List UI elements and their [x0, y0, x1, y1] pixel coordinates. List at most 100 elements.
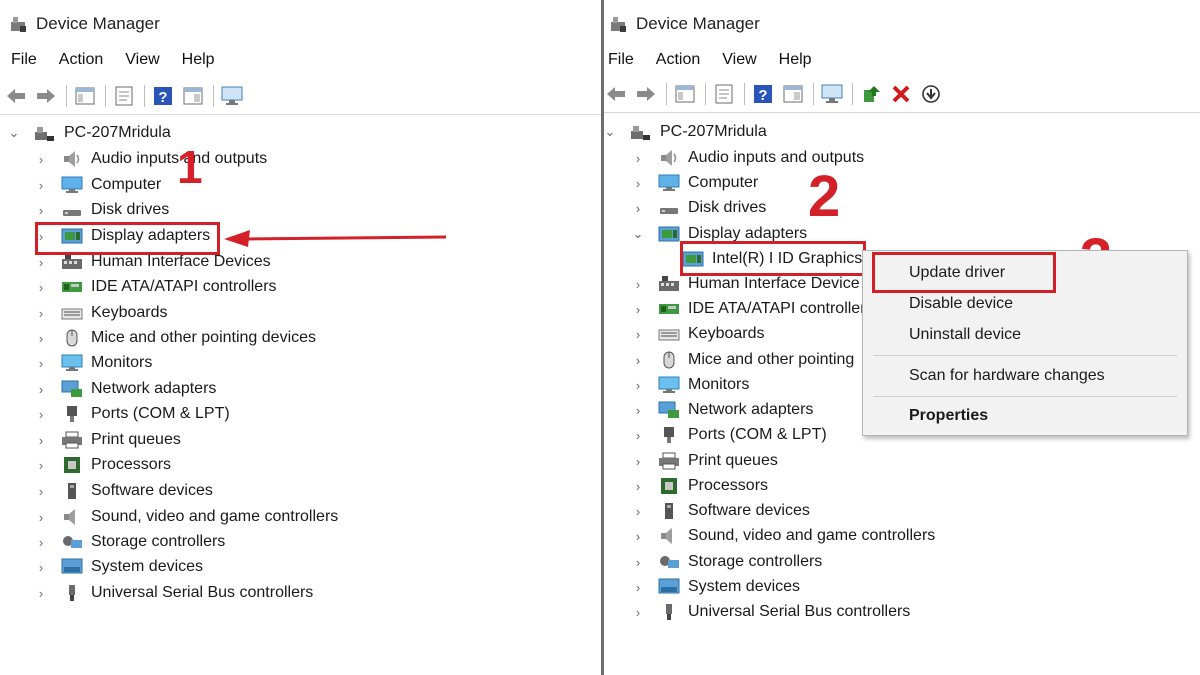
- tree-item[interactable]: › Keyboards: [632, 323, 765, 345]
- menu-item-properties[interactable]: Properties: [909, 407, 988, 425]
- menu-item-scan-hardware[interactable]: Scan for hardware changes: [909, 367, 1105, 385]
- tree-item[interactable]: › System devices: [35, 556, 203, 578]
- help-icon[interactable]: ?: [751, 82, 775, 106]
- expand-chevron-icon[interactable]: ›: [632, 403, 644, 418]
- tree-root[interactable]: ⌄ PC-207Mridula: [8, 122, 171, 144]
- tree-item[interactable]: › Computer: [35, 174, 161, 196]
- tree-item[interactable]: › Mice and other pointing devices: [35, 327, 316, 349]
- tree-item[interactable]: › Computer: [632, 172, 758, 194]
- expand-chevron-icon[interactable]: ›: [35, 382, 47, 397]
- show-hide-tree-icon[interactable]: [73, 84, 97, 108]
- tree-item[interactable]: › Universal Serial Bus controllers: [632, 601, 910, 623]
- forward-arrow-icon[interactable]: [634, 82, 658, 106]
- tree-item[interactable]: › Disk drives: [632, 197, 766, 219]
- expand-chevron-icon[interactable]: ›: [35, 255, 47, 270]
- menu-item-disable-device[interactable]: Disable device: [909, 295, 1013, 313]
- back-arrow-icon[interactable]: [604, 82, 628, 106]
- tree-item[interactable]: › Processors: [632, 475, 768, 497]
- expand-chevron-icon[interactable]: ›: [632, 504, 644, 519]
- scan-hardware-icon[interactable]: [220, 84, 244, 108]
- collapse-chevron-icon[interactable]: ⌄: [604, 124, 616, 139]
- expand-chevron-icon[interactable]: ›: [632, 479, 644, 494]
- tree-item[interactable]: › Software devices: [632, 500, 810, 522]
- collapse-chevron-icon[interactable]: ⌄: [632, 226, 644, 241]
- expand-chevron-icon[interactable]: ›: [35, 458, 47, 473]
- forward-arrow-icon[interactable]: [34, 84, 58, 108]
- menu-view[interactable]: View: [722, 51, 756, 69]
- expand-chevron-icon[interactable]: ›: [35, 535, 47, 550]
- menu-help[interactable]: Help: [779, 51, 812, 69]
- expand-chevron-icon[interactable]: ›: [632, 327, 644, 342]
- tree-item[interactable]: › IDE ATA/ATAPI controllers: [35, 276, 277, 298]
- help-icon[interactable]: ?: [151, 84, 175, 108]
- tree-item[interactable]: › Print queues: [632, 450, 778, 472]
- tree-item[interactable]: › Print queues: [35, 429, 181, 451]
- expand-chevron-icon[interactable]: ›: [35, 331, 47, 346]
- tree-item[interactable]: › Monitors: [35, 352, 152, 374]
- tree-item[interactable]: › Storage controllers: [35, 531, 225, 553]
- tree-item[interactable]: › Keyboards: [35, 302, 168, 324]
- show-hide-tree-icon[interactable]: [673, 82, 697, 106]
- properties-icon[interactable]: [112, 84, 136, 108]
- expand-chevron-icon[interactable]: ›: [35, 152, 47, 167]
- uninstall-icon[interactable]: [889, 82, 913, 106]
- expand-chevron-icon[interactable]: ›: [35, 433, 47, 448]
- tree-item[interactable]: › Storage controllers: [632, 551, 822, 573]
- expand-chevron-icon[interactable]: ›: [632, 580, 644, 595]
- expand-chevron-icon[interactable]: ›: [35, 356, 47, 371]
- menu-view[interactable]: View: [125, 51, 159, 69]
- tree-item[interactable]: › Mice and other pointing: [632, 349, 854, 371]
- download-driver-icon[interactable]: [919, 82, 943, 106]
- action-pane-icon[interactable]: [181, 84, 205, 108]
- tree-item[interactable]: › Ports (COM & LPT): [632, 424, 827, 446]
- tree-item[interactable]: › Sound, video and game controllers: [35, 506, 338, 528]
- expand-chevron-icon[interactable]: ›: [35, 407, 47, 422]
- tree-item[interactable]: › Human Interface Device: [632, 273, 860, 295]
- expand-chevron-icon[interactable]: ›: [35, 306, 47, 321]
- menu-item-uninstall-device[interactable]: Uninstall device: [909, 326, 1021, 344]
- menu-file[interactable]: File: [11, 51, 37, 69]
- action-pane-icon[interactable]: [781, 82, 805, 106]
- collapse-chevron-icon[interactable]: ⌄: [8, 125, 20, 140]
- tree-item[interactable]: › Sound, video and game controllers: [632, 525, 935, 547]
- expand-chevron-icon[interactable]: ›: [35, 484, 47, 499]
- properties-icon[interactable]: [712, 82, 736, 106]
- expand-chevron-icon[interactable]: ›: [632, 605, 644, 620]
- expand-chevron-icon[interactable]: ›: [632, 201, 644, 216]
- tree-item[interactable]: › Audio inputs and outputs: [35, 148, 267, 170]
- tree-item[interactable]: › Universal Serial Bus controllers: [35, 582, 313, 604]
- tree-item[interactable]: › Software devices: [35, 480, 213, 502]
- tree-root[interactable]: ⌄ PC-207Mridula: [604, 121, 767, 143]
- expand-chevron-icon[interactable]: ›: [632, 555, 644, 570]
- scan-hardware-icon[interactable]: [820, 82, 844, 106]
- expand-chevron-icon[interactable]: ›: [632, 353, 644, 368]
- expand-chevron-icon[interactable]: ›: [632, 277, 644, 292]
- menu-help[interactable]: Help: [182, 51, 215, 69]
- expand-chevron-icon[interactable]: ›: [632, 151, 644, 166]
- expand-chevron-icon[interactable]: ›: [35, 280, 47, 295]
- expand-chevron-icon[interactable]: ›: [632, 302, 644, 317]
- back-arrow-icon[interactable]: [4, 84, 28, 108]
- menu-file[interactable]: File: [608, 51, 634, 69]
- tree-item[interactable]: › Monitors: [632, 374, 749, 396]
- expand-chevron-icon[interactable]: ›: [632, 378, 644, 393]
- expand-chevron-icon[interactable]: ›: [35, 560, 47, 575]
- menu-action[interactable]: Action: [59, 51, 103, 69]
- tree-item[interactable]: › Network adapters: [35, 378, 216, 400]
- update-driver-icon[interactable]: [859, 82, 883, 106]
- expand-chevron-icon[interactable]: ›: [632, 529, 644, 544]
- tree-item[interactable]: › System devices: [632, 576, 800, 598]
- expand-chevron-icon[interactable]: ›: [632, 428, 644, 443]
- expand-chevron-icon[interactable]: ›: [35, 203, 47, 218]
- expand-chevron-icon[interactable]: ›: [632, 454, 644, 469]
- menu-action[interactable]: Action: [656, 51, 700, 69]
- tree-item[interactable]: › Network adapters: [632, 399, 813, 421]
- tree-item[interactable]: › Processors: [35, 454, 171, 476]
- expand-chevron-icon[interactable]: ›: [35, 510, 47, 525]
- tree-item[interactable]: › IDE ATA/ATAPI controller: [632, 298, 866, 320]
- tree-item[interactable]: › Ports (COM & LPT): [35, 403, 230, 425]
- expand-chevron-icon[interactable]: ›: [632, 176, 644, 191]
- expand-chevron-icon[interactable]: ›: [35, 178, 47, 193]
- expand-chevron-icon[interactable]: ›: [35, 586, 47, 601]
- tree-item[interactable]: › Disk drives: [35, 199, 169, 221]
